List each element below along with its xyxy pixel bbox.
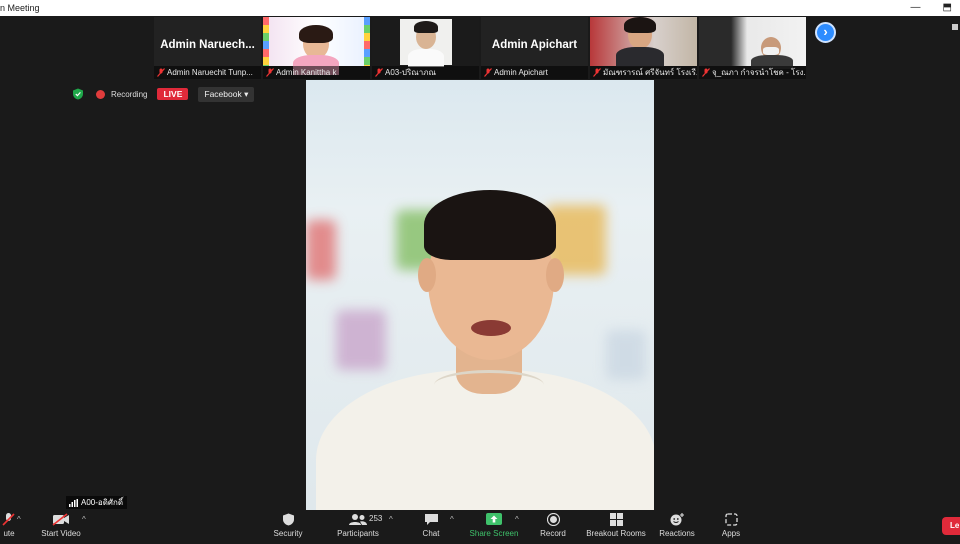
mic-muted-icon: [157, 68, 165, 77]
participant-name: A03-ปริณาภณ: [385, 68, 436, 77]
start-video-label: Start Video: [41, 529, 81, 538]
apps-button[interactable]: Apps: [714, 510, 748, 544]
participants-label: Participants: [337, 529, 379, 538]
chat-button[interactable]: Chat: [414, 510, 448, 544]
participant-name: Admin Naruechit Tunp...: [167, 68, 253, 77]
mute-button[interactable]: ute: [0, 510, 18, 544]
smiley-plus-icon: [670, 513, 684, 526]
participant-tile[interactable]: Admin Apichart Admin Apichart: [481, 17, 588, 79]
live-badge[interactable]: LIVE: [157, 88, 189, 100]
chat-bubble-icon: [424, 514, 438, 525]
security-label: Security: [273, 529, 303, 538]
record-button[interactable]: Record: [536, 510, 570, 544]
participant-tile[interactable]: จุ_ณภา กำจรนำโชค - โรง...: [699, 17, 806, 79]
participants-count: 253: [369, 514, 383, 523]
view-menu-icon[interactable]: [952, 24, 958, 30]
recording-indicator-icon: [96, 89, 105, 99]
caret-down-icon: ▾: [244, 88, 249, 99]
video-off-icon: [52, 513, 69, 526]
participant-display-name: Admin Apichart: [491, 39, 578, 51]
caret-up-icon[interactable]: ^: [389, 515, 393, 524]
caret-up-icon[interactable]: ^: [515, 515, 519, 524]
caret-up-icon[interactable]: ^: [450, 515, 454, 524]
participants-icon: [349, 514, 367, 525]
participant-name: Admin Kanittha k: [276, 68, 337, 77]
signal-strength-icon: [69, 498, 78, 507]
participant-strip: Admin Naruech... Admin Naruechit Tunp...…: [154, 17, 806, 79]
reactions-label: Reactions: [659, 529, 695, 538]
chevron-right-icon: ›: [823, 24, 828, 39]
participant-label: จุ_ณภา กำจรนำโชค - โรง...: [699, 66, 806, 79]
restore-button[interactable]: ⬒: [943, 0, 952, 16]
mute-label: ute: [3, 529, 15, 538]
participant-name: Admin Apichart: [494, 68, 548, 77]
leave-label: Le: [950, 521, 960, 530]
participant-video: [590, 17, 697, 67]
participant-video: [372, 17, 479, 67]
mic-muted-icon: [593, 68, 601, 77]
record-label: Record: [540, 529, 566, 538]
participant-tile[interactable]: A03-ปริณาภณ: [372, 17, 479, 79]
start-video-button[interactable]: Start Video: [38, 510, 84, 544]
caret-up-icon[interactable]: ^: [17, 515, 21, 524]
participant-label: Admin Naruechit Tunp...: [154, 66, 261, 79]
share-screen-label: Share Screen: [469, 529, 519, 538]
stream-target-dropdown[interactable]: Facebook ▾: [198, 86, 255, 102]
participant-label: มัณฑรารณ์ ศรีจันทร์ โรงเรี...: [590, 66, 697, 79]
participant-tile[interactable]: Admin Kanittha k: [263, 17, 370, 79]
participant-display-name: Admin Naruech...: [160, 39, 255, 51]
speaker-name: A00-อดิศักดิ์: [81, 498, 124, 507]
participant-label: Admin Apichart: [481, 66, 588, 79]
breakout-rooms-label: Breakout Rooms: [586, 529, 646, 538]
meeting-toolbar: ute ^ Start Video ^ Security Participant…: [0, 510, 960, 544]
recording-status: Recording: [111, 89, 148, 99]
breakout-rooms-icon: [609, 513, 623, 526]
meeting-status-row: Recording LIVE Facebook ▾: [72, 85, 255, 103]
security-button[interactable]: Security: [268, 510, 308, 544]
caret-up-icon[interactable]: ^: [82, 515, 86, 524]
record-icon: [546, 513, 560, 526]
participant-label: Admin Kanittha k: [263, 66, 370, 79]
participant-video: [699, 17, 806, 69]
participant-name: จุ_ณภา กำจรนำโชค - โรง...: [712, 68, 806, 77]
share-screen-button[interactable]: Share Screen: [468, 510, 520, 544]
mic-muted-icon: [266, 68, 274, 77]
minimize-button[interactable]: —: [911, 0, 921, 16]
active-speaker-video: [306, 80, 654, 510]
mic-muted-icon: [484, 68, 492, 77]
participant-tile[interactable]: Admin Naruech... Admin Naruechit Tunp...: [154, 17, 261, 79]
encryption-shield-icon[interactable]: [72, 88, 84, 100]
window-controls: — ⬒: [911, 0, 952, 16]
stream-target-label: Facebook: [204, 88, 242, 99]
breakout-rooms-button[interactable]: Breakout Rooms: [584, 510, 648, 544]
apps-label: Apps: [721, 529, 741, 538]
share-screen-icon: [486, 513, 502, 525]
mic-muted-icon: [2, 513, 15, 526]
reactions-button[interactable]: Reactions: [656, 510, 698, 544]
participant-tile[interactable]: มัณฑรารณ์ ศรีจันทร์ โรงเรี...: [590, 17, 697, 79]
window-titlebar: n Meeting — ⬒: [0, 0, 960, 16]
participant-label: A03-ปริณาภณ: [372, 66, 479, 79]
speaker-name-tag: A00-อดิศักดิ์: [66, 496, 128, 509]
apps-icon: [724, 513, 738, 526]
participant-name: มัณฑรารณ์ ศรีจันทร์ โรงเรี...: [603, 68, 697, 77]
mic-muted-icon: [702, 68, 710, 77]
window-title: n Meeting: [0, 3, 40, 13]
participant-video: [263, 17, 370, 75]
mic-muted-icon: [375, 68, 383, 77]
shield-icon: [282, 513, 294, 526]
next-page-button[interactable]: ›: [815, 22, 836, 43]
leave-button[interactable]: Le: [942, 517, 960, 535]
chat-label: Chat: [422, 529, 440, 538]
